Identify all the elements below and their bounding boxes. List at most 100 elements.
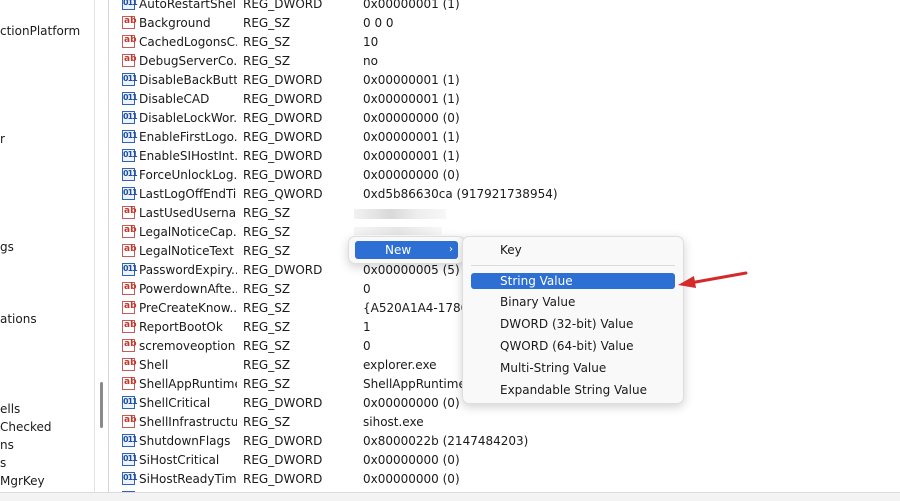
value-type: REG_DWORD	[243, 263, 323, 277]
tree-item[interactable]: gs	[0, 239, 14, 255]
value-type: REG_DWORD	[243, 472, 323, 486]
table-row[interactable]: abShellInfrastructure REG_SZ sihost.exe	[112, 413, 900, 432]
value-type: REG_SZ	[243, 225, 291, 239]
binary-value-icon: 011	[122, 130, 138, 143]
submenu-item-label: Expandable String Value	[500, 383, 647, 397]
string-value-icon: ab	[122, 320, 137, 333]
value-name: ShellInfrastructure	[139, 415, 237, 429]
binary-value-icon: 011	[122, 92, 138, 105]
submenu-item-key[interactable]: Key	[471, 242, 675, 258]
string-value-icon: ab	[122, 225, 137, 238]
value-data: 0 0 0	[363, 16, 394, 30]
value-name: ReportBootOk	[139, 320, 223, 334]
value-type: REG_DWORD	[243, 73, 323, 87]
string-value-icon: ab	[122, 16, 137, 29]
value-name: AutoRestartShell	[139, 0, 237, 11]
string-value-icon: ab	[122, 339, 137, 352]
value-type: REG_SZ	[243, 339, 291, 353]
submenu-item-expandable-string-value[interactable]: Expandable String Value	[471, 382, 675, 398]
value-type: REG_DWORD	[243, 0, 323, 11]
chevron-right-icon: ›	[449, 244, 453, 255]
redacted-value	[354, 209, 446, 219]
value-name: CachedLogonsC...	[139, 35, 237, 49]
table-row[interactable]: 011 LastLogOffEndTi... REG_QWORD 0xd5b86630…	[112, 185, 900, 204]
value-name: ShutdownFlags	[139, 434, 231, 448]
table-row[interactable]: ab LastUsedUserna... REG_SZ	[112, 204, 900, 223]
menu-separator	[471, 265, 675, 266]
value-name: LastLogOffEndTi...	[139, 187, 237, 201]
value-type: REG_SZ	[243, 206, 291, 220]
tree-item[interactable]: ctionPlatform	[0, 23, 80, 39]
tree-item[interactable]: r	[0, 131, 5, 147]
value-type: REG_DWORD	[243, 130, 323, 144]
context-menu-item-label: New	[385, 243, 412, 257]
value-data: 0x00000001 (1)	[363, 0, 460, 11]
submenu-item-string-value[interactable]: String Value	[471, 273, 675, 289]
value-data: 0x00000000 (0)	[363, 453, 460, 467]
pane-splitter[interactable]	[108, 0, 109, 500]
value-type: REG_SZ	[243, 358, 291, 372]
tree-item[interactable]: ations	[0, 311, 37, 327]
value-data: 0x00000001 (1)	[363, 92, 460, 106]
value-type: REG_SZ	[243, 377, 291, 391]
value-data: 1	[363, 320, 371, 334]
tree-scrollbar-thumb[interactable]	[100, 382, 103, 428]
value-name: DebugServerCo...	[139, 54, 237, 68]
binary-value-icon: 011	[122, 111, 138, 124]
value-data: ShellAppRuntime.e	[363, 377, 478, 391]
table-row[interactable]: 011 DisableLockWor... REG_DWORD 0x00000000 …	[112, 109, 900, 128]
value-name: SiHostReadyTim...	[139, 472, 237, 486]
value-data: 0x00000001 (1)	[363, 73, 460, 87]
redacted-value	[354, 227, 442, 235]
binary-value-icon: 011	[122, 73, 138, 86]
value-data: 0	[363, 339, 371, 353]
table-row[interactable]: ab DebugServerCo... REG_SZ no	[112, 52, 900, 71]
table-row[interactable]: 011 ForceUnlockLog... REG_DWORD 0x00000000 …	[112, 166, 900, 185]
table-row[interactable]: 011SiHostReadyTim... REG_DWORD 0x00000000 …	[112, 470, 900, 489]
value-name: LegalNoticeCap...	[139, 225, 237, 239]
value-name: SiHostCritical	[139, 453, 220, 467]
value-data: explorer.exe	[363, 358, 437, 372]
value-type: REG_SZ	[243, 244, 291, 258]
tree-item[interactable]: ns	[0, 437, 14, 453]
value-data: 0x00000000 (0)	[363, 396, 460, 410]
submenu-item-multi-string-value[interactable]: Multi-String Value	[471, 360, 675, 376]
value-name: EnableFirstLogo...	[139, 130, 237, 144]
table-row[interactable]: 011 SiHostCritical REG_DWORD 0x00000000 (0)	[112, 451, 900, 470]
value-type: REG_DWORD	[243, 453, 323, 467]
string-value-icon: ab	[122, 35, 137, 48]
value-data: 0x00000001 (1)	[363, 149, 460, 163]
value-name: ShellAppRuntime	[139, 377, 237, 391]
value-type: REG_SZ	[243, 415, 291, 429]
table-row[interactable]: ab Background REG_SZ 0 0 0	[112, 14, 900, 33]
tree-item[interactable]: s	[0, 455, 6, 471]
key-tree-pane[interactable]: ctionPlatform r gs ations ells Checked n…	[0, 0, 95, 492]
table-row[interactable]: ab CachedLogonsC... REG_SZ 10	[112, 33, 900, 52]
value-name: DisableCAD	[139, 92, 210, 106]
table-row[interactable]: 011 ShutdownFlags REG_DWORD 0x8000022b (214…	[112, 432, 900, 451]
tree-item[interactable]: MgrKey	[0, 473, 45, 489]
value-type: REG_DWORD	[243, 92, 323, 106]
submenu-item-qword-value[interactable]: QWORD (64-bit) Value	[471, 338, 675, 354]
table-row[interactable]: 011DisableBackButt... REG_DWORD 0x00000001…	[112, 71, 900, 90]
value-name: LastUsedUserna...	[139, 206, 237, 220]
submenu-item-binary-value[interactable]: Binary Value	[471, 294, 675, 310]
submenu-item-dword-value[interactable]: DWORD (32-bit) Value	[471, 316, 675, 332]
tree-item[interactable]: ells	[0, 401, 20, 417]
value-data: 0xd5b86630ca (917921738954)	[363, 187, 558, 201]
string-value-icon: ab	[122, 415, 137, 428]
binary-value-icon: 011	[122, 263, 138, 276]
value-type: REG_DWORD	[243, 111, 323, 125]
tree-item[interactable]: Checked	[0, 419, 52, 435]
new-submenu: Key String Value Binary Value DWORD (32-…	[462, 236, 684, 404]
value-data: 0x00000000 (0)	[363, 168, 460, 182]
value-data: 10	[363, 35, 379, 49]
value-name: ShellCritical	[139, 396, 211, 410]
context-menu-item-new[interactable]: New ›	[355, 241, 458, 259]
table-row[interactable]: 011 AutoRestartShell REG_DWORD 0x00000001 (…	[112, 0, 900, 14]
table-row[interactable]: 011 EnableSIHostInt... REG_DWORD 0x00000001…	[112, 147, 900, 166]
value-data: 0x8000022b (2147484203)	[363, 434, 529, 448]
table-row[interactable]: 011 EnableFirstLogo... REG_DWORD 0x00000001…	[112, 128, 900, 147]
table-row[interactable]: 011 DisableCAD REG_DWORD 0x00000001 (1)	[112, 90, 900, 109]
string-value-icon: ab	[122, 54, 137, 67]
